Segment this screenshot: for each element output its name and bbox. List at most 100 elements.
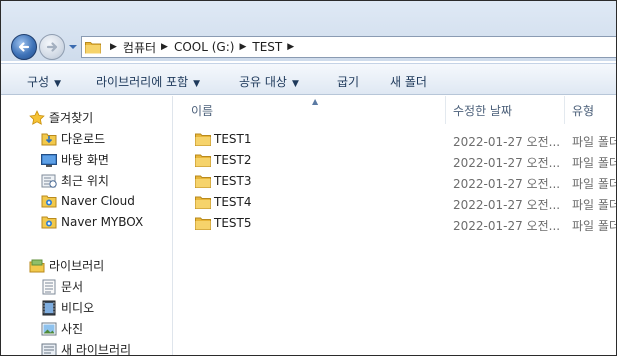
explorer-window: ▶ 컴퓨터 ▶ COOL (G:) ▶ TEST ▶ 구성 ▼ 라이브러리에 포함… xyxy=(0,0,617,356)
sidebar-item-favorites[interactable]: 즐겨찾기 xyxy=(29,109,93,126)
include-in-library-button[interactable]: 라이브러리에 포함 ▼ xyxy=(96,73,200,90)
breadcrumb-chevron-icon[interactable]: ▶ xyxy=(161,42,168,52)
file-type: 파일 폴더 xyxy=(572,198,617,212)
table-row[interactable]: TEST2 2022-01-27 오전... 파일 폴더 xyxy=(174,149,616,170)
file-name-cell[interactable]: TEST5 xyxy=(195,215,252,231)
file-name: TEST5 xyxy=(214,216,252,230)
burn-label: 굽기 xyxy=(337,75,360,89)
pictures-icon xyxy=(41,321,57,337)
folder-icon xyxy=(195,152,211,168)
sidebar-item-desktop[interactable]: 바탕 화면 xyxy=(41,151,109,168)
folder-icon xyxy=(195,173,211,189)
column-header-name[interactable]: 이름 ▲ xyxy=(174,96,446,124)
folder-icon xyxy=(195,131,211,147)
breadcrumb-label: COOL (G:) xyxy=(173,40,235,54)
table-row[interactable]: TEST5 2022-01-27 오전... 파일 폴더 xyxy=(174,212,616,233)
file-date: 2022-01-27 오전... xyxy=(453,219,561,233)
breadcrumb-drive[interactable]: COOL (G:) ▶ xyxy=(174,40,252,54)
column-header-date[interactable]: 수정한 날짜 xyxy=(446,96,565,124)
sidebar-item-label: 최근 위치 xyxy=(61,174,109,188)
breadcrumb-root-arrow[interactable]: ▶ xyxy=(105,42,123,52)
file-date: 2022-01-27 오전... xyxy=(453,198,561,212)
sidebar-item-label: 새 라이브러리 xyxy=(61,343,132,356)
title-bar: ▶ 컴퓨터 ▶ COOL (G:) ▶ TEST ▶ xyxy=(1,1,616,61)
sidebar-item-label: 사진 xyxy=(61,322,84,336)
command-bar: 구성 ▼ 라이브러리에 포함 ▼ 공유 대상 ▼ 굽기 새 폴더 xyxy=(1,63,616,95)
star-icon xyxy=(29,109,45,126)
table-row[interactable]: TEST3 2022-01-27 오전... 파일 폴더 xyxy=(174,170,616,191)
file-type: 파일 폴더 xyxy=(572,135,617,149)
folder-icon xyxy=(195,194,211,210)
libraries-icon xyxy=(29,258,45,274)
sort-ascending-icon: ▲ xyxy=(312,97,319,106)
desktop-icon xyxy=(41,152,57,168)
share-with-label: 공유 대상 xyxy=(239,75,287,89)
naver-cloud-icon xyxy=(41,193,57,209)
column-header-label: 이름 xyxy=(191,103,214,118)
sidebar-item-naver-cloud[interactable]: Naver Cloud xyxy=(41,193,135,209)
file-name-cell[interactable]: TEST3 xyxy=(195,173,252,189)
burn-button[interactable]: 굽기 xyxy=(337,73,359,90)
breadcrumb-test[interactable]: TEST ▶ xyxy=(252,40,300,54)
sidebar-item-label: 문서 xyxy=(61,280,84,294)
forward-button[interactable] xyxy=(39,34,65,60)
sidebar-item-label: Naver MYBOX xyxy=(61,215,144,229)
chevron-down-icon: ▼ xyxy=(54,79,62,89)
naver-mybox-icon xyxy=(41,214,57,230)
sidebar-item-recent-places[interactable]: 최근 위치 xyxy=(41,172,109,189)
new-folder-label: 새 폴더 xyxy=(390,75,427,89)
sidebar-item-videos[interactable]: 비디오 xyxy=(41,299,94,316)
breadcrumb-label: 컴퓨터 xyxy=(122,40,157,55)
file-list: 이름 ▲ 수정한 날짜 유형 TEST1 2022-01-27 오전... 파일 폴… xyxy=(174,96,616,355)
sidebar-item-label: 바탕 화면 xyxy=(61,153,109,167)
table-row[interactable]: TEST1 2022-01-27 오전... 파일 폴더 xyxy=(174,128,616,149)
sidebar-item-naver-mybox[interactable]: Naver MYBOX xyxy=(41,214,143,230)
column-header-type[interactable]: 유형 xyxy=(565,96,616,124)
file-date: 2022-01-27 오전... xyxy=(453,156,561,170)
column-header-label: 수정한 날짜 xyxy=(453,103,513,118)
sidebar-item-label: 비디오 xyxy=(61,301,95,315)
file-type: 파일 폴더 xyxy=(572,177,617,191)
sidebar-item-label: 라이브러리 xyxy=(49,259,105,273)
file-name-cell[interactable]: TEST2 xyxy=(195,152,252,168)
file-name: TEST2 xyxy=(214,153,252,167)
documents-icon xyxy=(41,279,57,295)
recent-pages-dropdown-icon[interactable] xyxy=(68,44,78,50)
include-in-library-label: 라이브러리에 포함 xyxy=(96,75,189,89)
sidebar-item-label: 즐겨찾기 xyxy=(49,111,94,125)
file-name: TEST3 xyxy=(214,174,252,188)
recent-places-icon xyxy=(41,173,57,189)
file-date: 2022-01-27 오전... xyxy=(453,177,561,191)
file-name-cell[interactable]: TEST1 xyxy=(195,131,252,147)
organize-label: 구성 xyxy=(27,75,50,89)
sidebar-item-new-library[interactable]: 새 라이브러리 xyxy=(41,341,132,356)
file-name: TEST1 xyxy=(214,132,252,146)
address-bar[interactable]: ▶ 컴퓨터 ▶ COOL (G:) ▶ TEST ▶ xyxy=(81,36,616,58)
share-with-button[interactable]: 공유 대상 ▼ xyxy=(239,73,299,90)
sidebar-item-label: 다운로드 xyxy=(61,132,106,146)
breadcrumb-label: TEST xyxy=(252,40,283,54)
file-name-cell[interactable]: TEST4 xyxy=(195,194,252,210)
folder-icon xyxy=(195,215,211,231)
file-name: TEST4 xyxy=(214,195,252,209)
breadcrumb-chevron-icon[interactable]: ▶ xyxy=(239,42,246,52)
chevron-down-icon: ▼ xyxy=(193,79,201,89)
file-date: 2022-01-27 오전... xyxy=(453,135,561,149)
breadcrumb-computer[interactable]: 컴퓨터 ▶ xyxy=(123,39,174,56)
file-type: 파일 폴더 xyxy=(572,156,617,170)
column-header-label: 유형 xyxy=(572,103,595,118)
downloads-folder-icon xyxy=(41,131,57,147)
organize-button[interactable]: 구성 ▼ xyxy=(27,73,61,90)
sidebar-item-pictures[interactable]: 사진 xyxy=(41,320,83,337)
chevron-down-icon: ▼ xyxy=(291,79,299,89)
new-folder-button[interactable]: 새 폴더 xyxy=(390,73,427,90)
table-row[interactable]: TEST4 2022-01-27 오전... 파일 폴더 xyxy=(174,191,616,212)
sidebar-item-documents[interactable]: 문서 xyxy=(41,278,83,295)
breadcrumb-chevron-icon[interactable]: ▶ xyxy=(287,42,294,52)
videos-icon xyxy=(41,300,57,316)
folder-icon xyxy=(85,42,101,54)
navigation-pane: 즐겨찾기 다운로드 바탕 화면 최근 위치 Naver Cloud Naver … xyxy=(1,96,173,355)
sidebar-item-downloads[interactable]: 다운로드 xyxy=(41,130,105,147)
sidebar-item-libraries[interactable]: 라이브러리 xyxy=(29,257,104,274)
back-button[interactable] xyxy=(11,34,37,60)
